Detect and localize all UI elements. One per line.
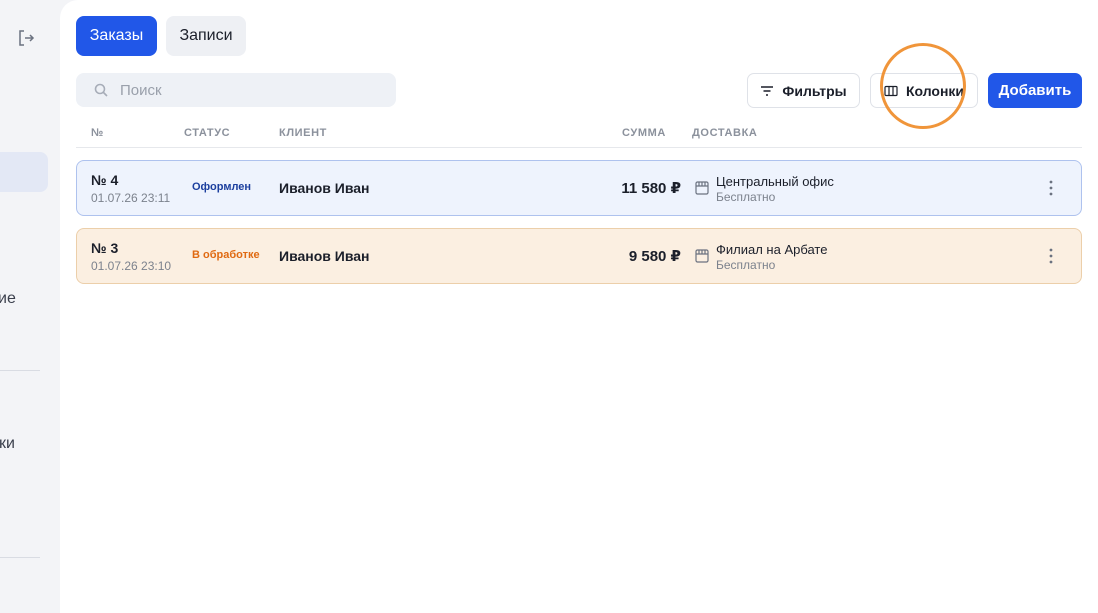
- delivery-price: Бесплатно: [716, 190, 776, 204]
- sidebar-item-label[interactable]: ие: [0, 290, 16, 308]
- sidebar: ı ие ики: [0, 0, 60, 613]
- table-row[interactable]: № 3 01.07.26 23:10 В обработке Иванов Ив…: [76, 228, 1082, 284]
- filters-button[interactable]: Фильтры: [747, 73, 860, 108]
- columns-button[interactable]: Колонки: [870, 73, 978, 108]
- sidebar-item-label[interactable]: ики: [0, 435, 15, 453]
- filters-button-label: Фильтры: [782, 82, 847, 99]
- add-button[interactable]: Добавить: [988, 73, 1082, 108]
- order-datetime: 01.07.26 23:11: [91, 191, 171, 205]
- order-sum: 9 580 ₽: [628, 248, 681, 265]
- search-input[interactable]: [120, 81, 380, 99]
- logout-icon[interactable]: [16, 28, 36, 48]
- main-panel: Заказы Записи Фильтры Колонки Добавить №…: [60, 0, 1098, 613]
- column-header-client[interactable]: КЛИЕНТ: [279, 127, 327, 139]
- order-datetime: 01.07.26 23:10: [91, 259, 172, 273]
- store-icon: [694, 248, 710, 264]
- filter-icon: [760, 85, 774, 97]
- delivery-price: Бесплатно: [716, 258, 776, 272]
- store-icon: [694, 180, 710, 196]
- sidebar-divider: [0, 370, 40, 371]
- more-options-icon[interactable]: [1043, 177, 1059, 199]
- column-header-sum[interactable]: СУММА: [622, 127, 666, 139]
- tab-orders[interactable]: Заказы: [76, 16, 157, 56]
- status-badge: Оформлен: [192, 181, 252, 193]
- tab-records[interactable]: Записи: [166, 16, 246, 56]
- more-options-icon[interactable]: [1043, 245, 1059, 267]
- columns-button-label: Колонки: [905, 82, 965, 99]
- columns-icon: [884, 85, 898, 97]
- order-number: № 4: [91, 172, 119, 188]
- status-badge: В обработке: [192, 249, 260, 261]
- search-icon: [94, 83, 108, 97]
- column-header-status[interactable]: СТАТУС: [184, 127, 230, 139]
- delivery-name: Филиал на Арбате: [716, 242, 828, 257]
- order-sum: 11 580 ₽: [621, 180, 681, 197]
- client-name: Иванов Иван: [279, 248, 370, 264]
- search-box: [76, 73, 396, 107]
- order-number: № 3: [91, 240, 119, 256]
- client-name: Иванов Иван: [279, 180, 370, 196]
- delivery-name: Центральный офис: [716, 174, 834, 189]
- table-row[interactable]: № 4 01.07.26 23:11 Оформлен Иванов Иван …: [76, 160, 1082, 216]
- sidebar-divider: [0, 557, 40, 558]
- sidebar-item-active[interactable]: [0, 152, 48, 192]
- table-header-divider: [76, 147, 1082, 148]
- column-header-delivery[interactable]: ДОСТАВКА: [692, 127, 757, 139]
- column-header-number[interactable]: №: [91, 127, 104, 139]
